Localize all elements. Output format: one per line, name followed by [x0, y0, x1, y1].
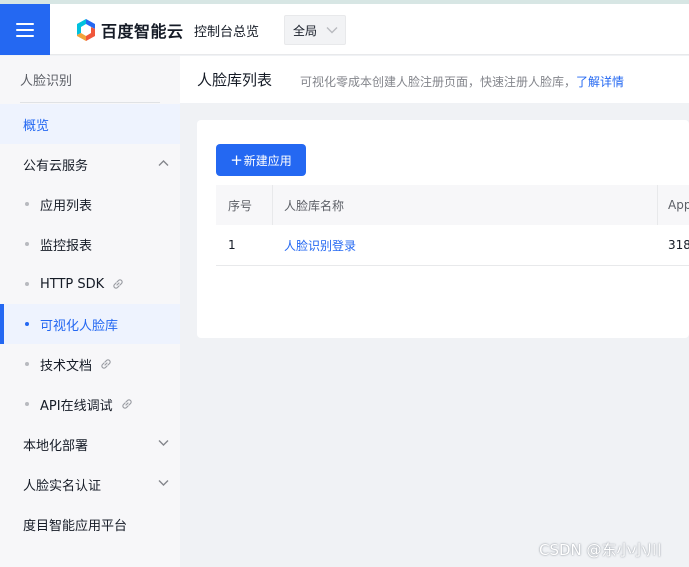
- new-app-button-label: 新建应用: [243, 153, 292, 168]
- table-header: 序号 人脸库名称 App: [216, 185, 689, 225]
- face-library-table: 序号 人脸库名称 App 1 人脸识别登录 318: [216, 185, 689, 266]
- page-description: 可视化零成本创建人脸注册页面，快速注册人脸库，了解详情: [300, 73, 624, 90]
- face-library-card: + 新建应用 序号 人脸库名称 App 1 人脸识别登录 318: [197, 120, 689, 338]
- sidebar-item-label: 监控报表: [40, 238, 93, 254]
- external-link-icon: [99, 357, 113, 371]
- region-select[interactable]: 全局: [284, 15, 346, 45]
- plus-icon: +: [230, 150, 243, 169]
- sidebar-item-tech-docs[interactable]: 技术文档: [0, 344, 180, 384]
- sidebar-group-realname-auth[interactable]: 人脸实名认证: [0, 464, 180, 504]
- chevron-up-icon: [158, 160, 169, 166]
- chevron-down-icon: [326, 27, 338, 34]
- bullet-dot: [25, 242, 29, 246]
- brand-logo[interactable]: 百度智能云: [75, 18, 184, 42]
- page-header: 人脸库列表 可视化零成本创建人脸注册页面，快速注册人脸库，了解详情: [180, 56, 689, 103]
- sidebar-title: 人脸识别: [20, 74, 73, 89]
- sidebar-item-label: 应用列表: [40, 198, 93, 214]
- sidebar-item-overview[interactable]: 概览: [0, 104, 180, 144]
- menu-button[interactable]: [0, 4, 50, 55]
- bullet-dot: [25, 202, 29, 206]
- new-app-button[interactable]: + 新建应用: [216, 144, 306, 176]
- sidebar-item-monitor-report[interactable]: 监控报表: [0, 224, 180, 264]
- page-title: 人脸库列表: [197, 71, 273, 89]
- sidebar-item-label: 度目智能应用平台: [23, 518, 128, 534]
- chevron-down-icon: [158, 440, 169, 446]
- sidebar-item-http-sdk[interactable]: HTTP SDK: [0, 264, 180, 304]
- sidebar-group-public-cloud[interactable]: 公有云服务: [0, 144, 180, 184]
- sidebar-item-app-list[interactable]: 应用列表: [0, 184, 180, 224]
- learn-more-link[interactable]: 了解详情: [576, 75, 624, 89]
- main-content: 人脸库列表 可视化零成本创建人脸注册页面，快速注册人脸库，了解详情 + 新建应用…: [180, 56, 689, 567]
- column-separator: [272, 185, 273, 225]
- console-overview-link[interactable]: 控制台总览: [194, 21, 259, 40]
- column-header-app: App: [668, 198, 689, 212]
- sidebar-item-visual-face-library[interactable]: 可视化人脸库: [0, 304, 180, 344]
- face-library-name-link[interactable]: 人脸识别登录: [284, 225, 356, 265]
- baidu-cloud-logo-icon: [77, 19, 95, 41]
- bullet-dot: [25, 402, 29, 406]
- row-app-id: 318: [668, 238, 689, 252]
- hamburger-icon: [16, 22, 34, 37]
- row-index: 1: [228, 238, 236, 252]
- csdn-watermark: CSDN @东小小川: [539, 541, 662, 559]
- column-header-index: 序号: [228, 198, 253, 213]
- table-row: 1 人脸识别登录 318: [216, 225, 689, 266]
- region-select-value: 全局: [293, 23, 318, 38]
- column-header-name: 人脸库名称: [284, 198, 345, 213]
- external-link-icon: [111, 277, 125, 291]
- sidebar-group-label: 人脸实名认证: [23, 478, 102, 494]
- bullet-dot: [25, 322, 29, 326]
- sidebar-item-label: 概览: [23, 118, 50, 134]
- active-indicator: [0, 304, 4, 344]
- chevron-down-icon: [158, 480, 169, 486]
- sidebar-group-local-deploy[interactable]: 本地化部署: [0, 424, 180, 464]
- bullet-dot: [25, 362, 29, 366]
- sidebar-item-label: 技术文档: [40, 358, 93, 374]
- brand-name: 百度智能云: [101, 22, 184, 41]
- sidebar-group-label: 本地化部署: [23, 438, 89, 454]
- sidebar-item-label: HTTP SDK: [40, 276, 105, 292]
- column-separator: [657, 185, 658, 225]
- external-link-icon: [120, 397, 134, 411]
- sidebar-item-label: API在线调试: [40, 398, 113, 414]
- top-navigation-bar: 百度智能云 控制台总览 全局: [0, 4, 689, 55]
- sidebar-divider: [20, 102, 160, 103]
- sidebar-group-label: 公有云服务: [23, 158, 89, 174]
- sidebar-item-label: 可视化人脸库: [40, 318, 119, 334]
- bullet-dot: [25, 282, 29, 286]
- page-description-text: 可视化零成本创建人脸注册页面，快速注册人脸库，: [300, 75, 577, 89]
- sidebar: 人脸识别 概览 公有云服务 应用列表 监控报表 HTTP SDK 可视化人脸库 …: [0, 56, 180, 567]
- sidebar-item-dumu-platform[interactable]: 度目智能应用平台: [0, 504, 180, 544]
- sidebar-item-api-online-debug[interactable]: API在线调试: [0, 384, 180, 424]
